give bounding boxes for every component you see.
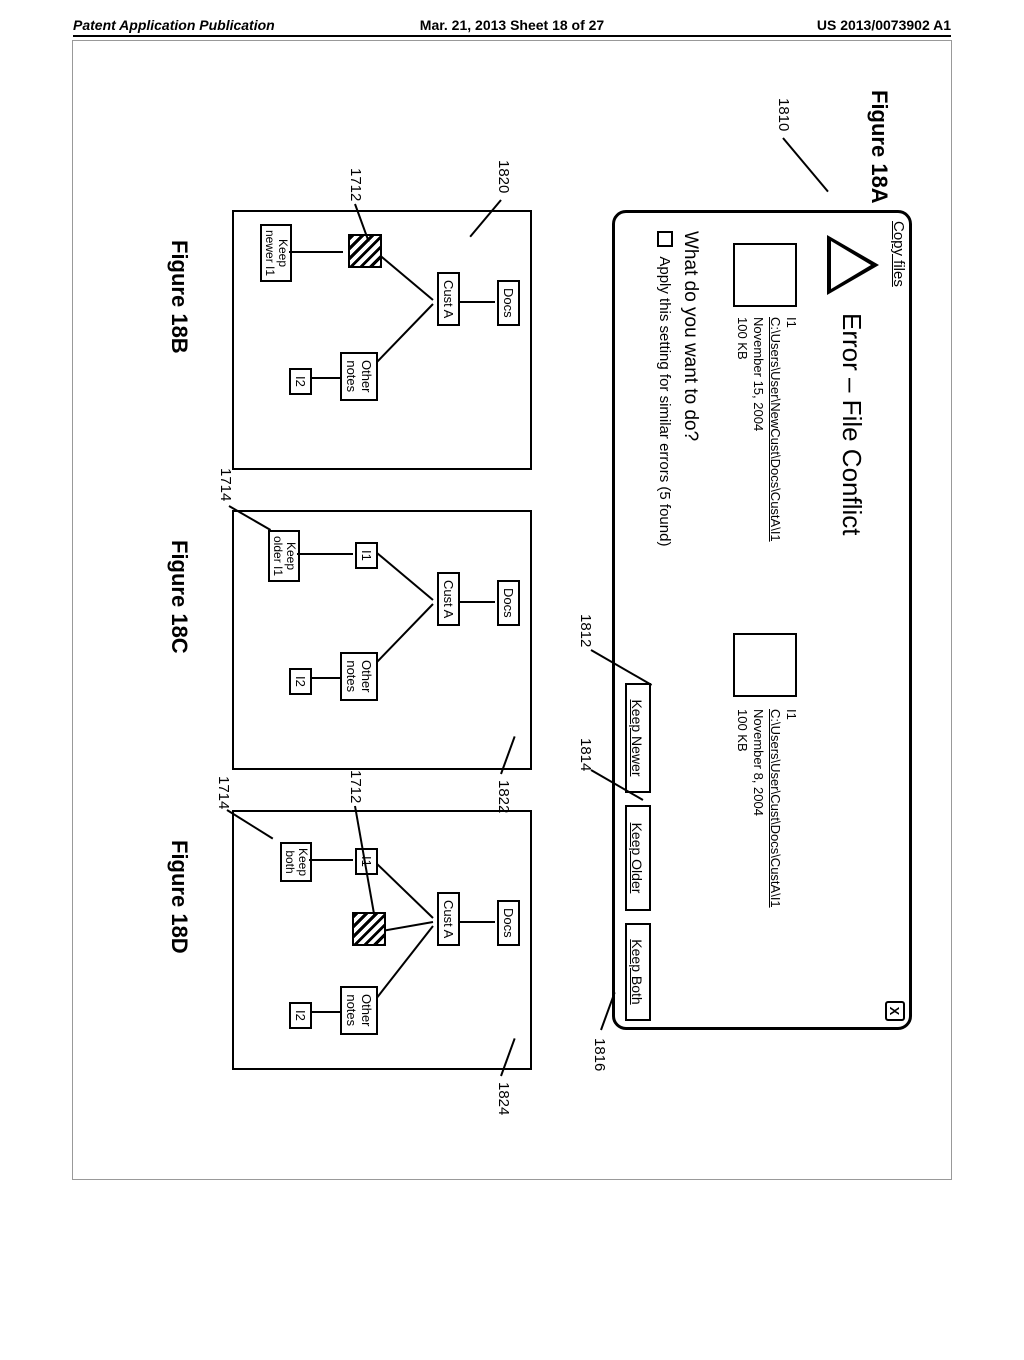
apply-row: Apply this setting for similar errors (5… [656,231,673,546]
ref-1820: 1820 [495,160,512,193]
edge-b1 [459,301,495,303]
keep-both-button[interactable]: Keep Both [625,923,651,1021]
apply-label: Apply this setting for similar errors (5… [656,256,673,546]
ref-1712-b: 1712 [347,168,364,201]
node-i2-c: I2 [289,668,312,695]
node-hatched-d [352,912,386,946]
node-i2-b: I2 [289,368,312,395]
file-left-name: I1 [783,317,799,542]
header-left: Patent Application Publication [73,17,366,33]
file-right-path[interactable]: C:\Users\User\Cust\Docs\CustA\I1 [767,709,783,908]
edge-d5 [309,859,353,861]
node-docs-c: Docs [497,580,520,626]
ref-1812: 1812 [577,614,594,647]
figure-18d-label: Figure 18D [166,840,192,954]
file-left-date: November 15, 2004 [750,317,766,542]
panel-18b: Docs Cust A Other notes I2 Keep newer I1 [232,210,532,470]
node-other-notes-c: Other notes [340,652,378,701]
figure-18b-label: Figure 18B [166,240,192,354]
node-custa-d: Cust A [437,892,460,946]
edge-d1 [459,921,495,923]
edge-b2 [374,250,434,300]
header-right: US 2013/0073902 A1 [658,17,951,33]
ref-1814: 1814 [577,738,594,771]
dialog-title: Copy files [890,221,907,287]
node-other-notes-b: Other notes [340,352,378,401]
header-rule [73,35,951,37]
ref-1712-d: 1712 [347,770,364,803]
caption-keep-newer: Keep newer I1 [260,224,292,282]
ref-1824: 1824 [495,1082,512,1115]
edge-c3 [370,603,434,669]
page-frame: Patent Application Publication Mar. 21, … [72,40,952,1180]
edge-b4 [309,377,341,379]
file-meta-right: I1 C:\Users\User\Cust\Docs\CustA\I1 Nove… [734,709,799,908]
node-docs-d: Docs [497,900,520,946]
node-custa-c: Cust A [437,572,460,626]
edge-c2 [374,550,434,600]
page-header: Patent Application Publication Mar. 21, … [73,17,951,33]
node-custa: Cust A [437,272,460,326]
node-other-notes-d: Other notes [340,986,378,1035]
close-icon[interactable]: X [885,1001,905,1021]
caption-keep-both: Keep both [280,842,312,882]
warning-icon [827,235,879,295]
edge-c1 [459,601,495,603]
node-i1-c: I1 [355,542,378,569]
panel-18d: Docs Cust A I1 Other notes I2 Keep both [232,810,532,1070]
rotated-stage: Figure 18A 1810 Copy files X Error – Fil… [112,90,912,1130]
edge-b3 [370,303,434,369]
ref-1816: 1816 [591,1038,608,1071]
dialog-heading: Error – File Conflict [836,313,867,536]
figure-18a-label: Figure 18A [866,90,892,204]
edge-d4 [309,1011,341,1013]
edge-c5 [297,553,353,555]
node-hatched-b [348,234,382,268]
file-left-path[interactable]: C:\Users\User\NewCust\Docs\CustA\I1 [767,317,783,542]
figure-18c-label: Figure 18C [166,540,192,654]
error-dialog: Copy files X Error – File Conflict I1 C:… [612,210,912,1030]
keep-older-button[interactable]: Keep Older [625,805,651,911]
edge-b5 [289,251,343,253]
file-right-name: I1 [783,709,799,908]
dialog-prompt: What do you want to do? [679,231,701,441]
ref-1714-d: 1714 [215,776,232,809]
edge-d2b [378,921,433,933]
file-right-date: November 8, 2004 [750,709,766,908]
file-left-size: 100 KB [734,317,750,542]
panel-18c: Docs Cust A I1 Other notes I2 Keep older… [232,510,532,770]
edge-d2 [370,858,433,919]
file-thumb-left [733,243,797,307]
leader-1810 [782,137,829,192]
file-right-size: 100 KB [734,709,750,908]
ref-1822: 1822 [495,780,512,813]
node-docs: Docs [497,280,520,326]
file-thumb-right [733,633,797,697]
caption-keep-older: Keep older I1 [268,530,300,582]
keep-newer-button[interactable]: Keep Newer [625,683,651,793]
file-meta-left: I1 C:\Users\User\NewCust\Docs\CustA\I1 N… [734,317,799,542]
node-i2-d: I2 [289,1002,312,1029]
edge-c4 [309,677,341,679]
apply-checkbox[interactable] [657,231,673,247]
ref-1810: 1810 [775,98,792,131]
header-mid: Mar. 21, 2013 Sheet 18 of 27 [366,17,659,33]
ref-1714-c: 1714 [217,468,234,501]
